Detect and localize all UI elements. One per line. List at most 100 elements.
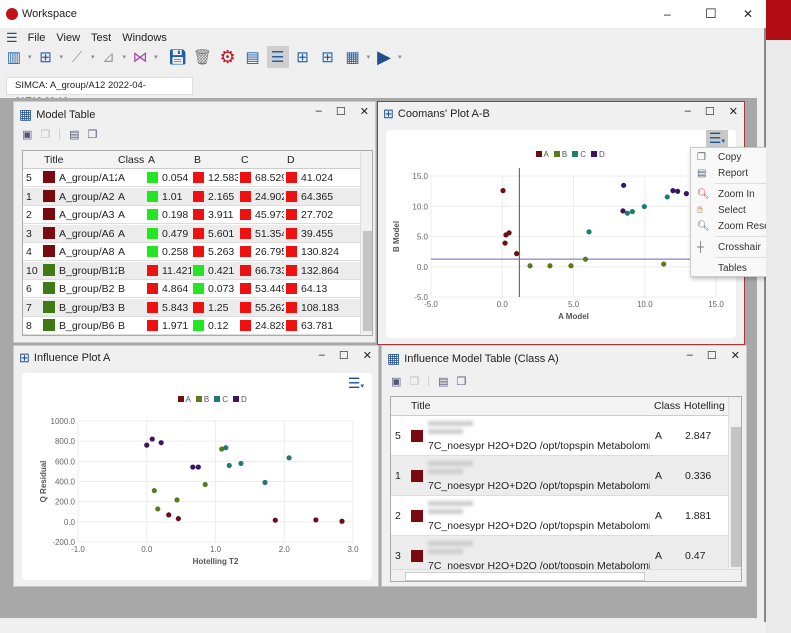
legend-item: D — [232, 395, 247, 404]
title-text: B_group/B3 — [59, 301, 115, 314]
data-point-A — [514, 251, 520, 257]
scatter-grid-icon[interactable]: ⊞ — [292, 46, 314, 68]
menu-windows[interactable]: Windows — [122, 32, 167, 44]
column-header-3[interactable]: A — [148, 151, 191, 169]
maximize-panel-button[interactable]: ☐ — [705, 105, 715, 118]
maximize-panel-button[interactable]: ☐ — [336, 105, 346, 118]
report-icon[interactable]: ▤ — [242, 46, 264, 68]
title-cell: B_group/B2 — [43, 280, 117, 298]
minimize-panel-button[interactable]: – — [319, 349, 325, 362]
delete-icon[interactable]: 🗑︎ — [192, 46, 214, 68]
save-icon[interactable]: 💾︎ — [167, 46, 189, 68]
data-point-C — [629, 208, 635, 215]
copy-all-icon[interactable]: ❐ — [457, 375, 467, 388]
value-cell-b: 12.583 — [193, 169, 238, 187]
value-cell-d: 64.13 — [286, 280, 360, 298]
menu-item-zoom-in[interactable]: Zoom In — [718, 189, 755, 200]
maximize-panel-button[interactable]: ☐ — [339, 349, 349, 362]
value-cell-c: 68.529 — [240, 169, 284, 187]
menu-item-select[interactable]: Select — [718, 205, 746, 216]
group-color-swatch — [43, 226, 55, 239]
menu-test[interactable]: Test — [91, 32, 111, 44]
zoom-reset-icon: 🔍︎ — [697, 221, 710, 232]
value-text: 0.479 — [162, 227, 189, 240]
value-color-swatch — [193, 283, 204, 294]
value-cell-d: 64.365 — [286, 188, 360, 206]
menu-item-report[interactable]: Report — [718, 168, 748, 179]
data-point-A — [339, 518, 345, 524]
value-text: 1.25 — [208, 301, 229, 314]
title-text: B_group/B6 — [59, 320, 115, 332]
column-header-1[interactable]: Title — [411, 397, 651, 415]
vertical-scrollbar[interactable] — [360, 151, 372, 335]
trend-plot-icon[interactable]: ⊿ — [98, 46, 120, 68]
menu-item-zoom-reset[interactable]: Zoom Reset — [718, 221, 772, 232]
redacted-title — [428, 498, 478, 517]
column-header-2[interactable]: Class — [118, 151, 145, 169]
table-icon[interactable]: ▦ — [342, 46, 364, 68]
report-icon[interactable]: ▤ — [69, 128, 79, 141]
redacted-line — [428, 509, 463, 514]
copy-all-icon[interactable]: ❐ — [88, 128, 98, 141]
vertical-scrollbar[interactable] — [728, 397, 741, 569]
report-icon[interactable]: ▤ — [438, 375, 448, 388]
play-icon[interactable]: ▶ — [373, 46, 395, 68]
scatter-plot-svg: -5.0 0.0 5.0 10.0 15.0-5.00.05.010.015.0A Mo… — [392, 168, 724, 321]
value-cell-b: 0.12 — [193, 317, 238, 335]
horizontal-scrollbar[interactable] — [391, 569, 741, 581]
close-panel-button[interactable]: ✕ — [363, 349, 372, 362]
menu-item-crosshair[interactable]: Crosshair — [718, 242, 761, 253]
value-color-swatch — [193, 190, 204, 202]
menu-item-tables[interactable]: Tables — [718, 263, 747, 274]
value-color-swatch — [147, 227, 158, 239]
column-header-1[interactable]: Title — [44, 151, 115, 169]
copy-icon[interactable]: ❐ — [409, 375, 419, 388]
copy-icon[interactable]: ❐ — [40, 128, 50, 141]
close-panel-button[interactable]: ✕ — [360, 105, 369, 118]
close-panel-button[interactable]: ✕ — [731, 349, 740, 362]
maximize-panel-button[interactable]: ☐ — [707, 349, 717, 362]
legend-label: A — [185, 395, 191, 404]
scatter-plot-icon: ⊞ — [19, 350, 30, 365]
minimize-panel-button[interactable]: – — [687, 349, 693, 362]
minimize-panel-button[interactable]: – — [316, 105, 322, 118]
scatter-grid2-icon[interactable]: ⊞ — [317, 46, 339, 68]
column-header-4[interactable]: B — [194, 151, 238, 169]
value-color-swatch — [240, 301, 251, 313]
menu-view[interactable]: View — [56, 32, 80, 44]
data-point-A — [503, 232, 509, 238]
spectra-plot-icon[interactable]: ⋈ — [129, 46, 151, 68]
export-icon[interactable]: ▣ — [391, 375, 401, 388]
scatter-plot-icon[interactable]: ⊞ — [35, 46, 57, 68]
value-text: 0.073 — [208, 283, 235, 295]
legend-item: A — [177, 395, 191, 404]
line-plot-icon[interactable]: ⟋ — [66, 46, 88, 68]
row-index: 4 — [26, 246, 32, 258]
minimize-panel-button[interactable]: – — [685, 105, 691, 118]
class-cell: A — [118, 190, 126, 203]
settings-gear-icon[interactable]: ⚙ — [217, 46, 239, 68]
hamburger-menu-icon[interactable]: ☰ — [6, 30, 18, 46]
menu-file[interactable]: File — [28, 32, 46, 44]
document-tab[interactable]: SIMCA: A_group/A12 2022-04-21T13:03:19 × — [6, 77, 193, 107]
class-cell: A — [655, 510, 663, 522]
export-icon[interactable]: ▣ — [22, 128, 32, 141]
legend-label: D — [598, 150, 605, 159]
close-button[interactable]: ✕ — [743, 7, 753, 21]
row-index: 8 — [26, 320, 32, 332]
maximize-button[interactable]: ☐ — [705, 6, 717, 22]
plot-gallery-icon[interactable]: ▥ — [3, 46, 25, 68]
column-header-2[interactable]: Class — [654, 397, 681, 415]
list-icon[interactable]: ☰ — [266, 46, 289, 68]
column-header-3[interactable]: Hotelling T — [684, 397, 728, 415]
legend-swatch — [195, 396, 202, 402]
menu-item-copy[interactable]: Copy — [718, 152, 741, 163]
column-header-5[interactable]: C — [241, 151, 284, 169]
group-color-swatch — [411, 470, 423, 482]
close-panel-button[interactable]: ✕ — [729, 105, 738, 118]
column-header-6[interactable]: D — [287, 151, 360, 169]
value-text: 27.702 — [301, 209, 334, 221]
data-point-B — [202, 481, 208, 488]
minimize-button[interactable]: – — [664, 7, 671, 21]
value-text: 64.365 — [301, 190, 334, 203]
